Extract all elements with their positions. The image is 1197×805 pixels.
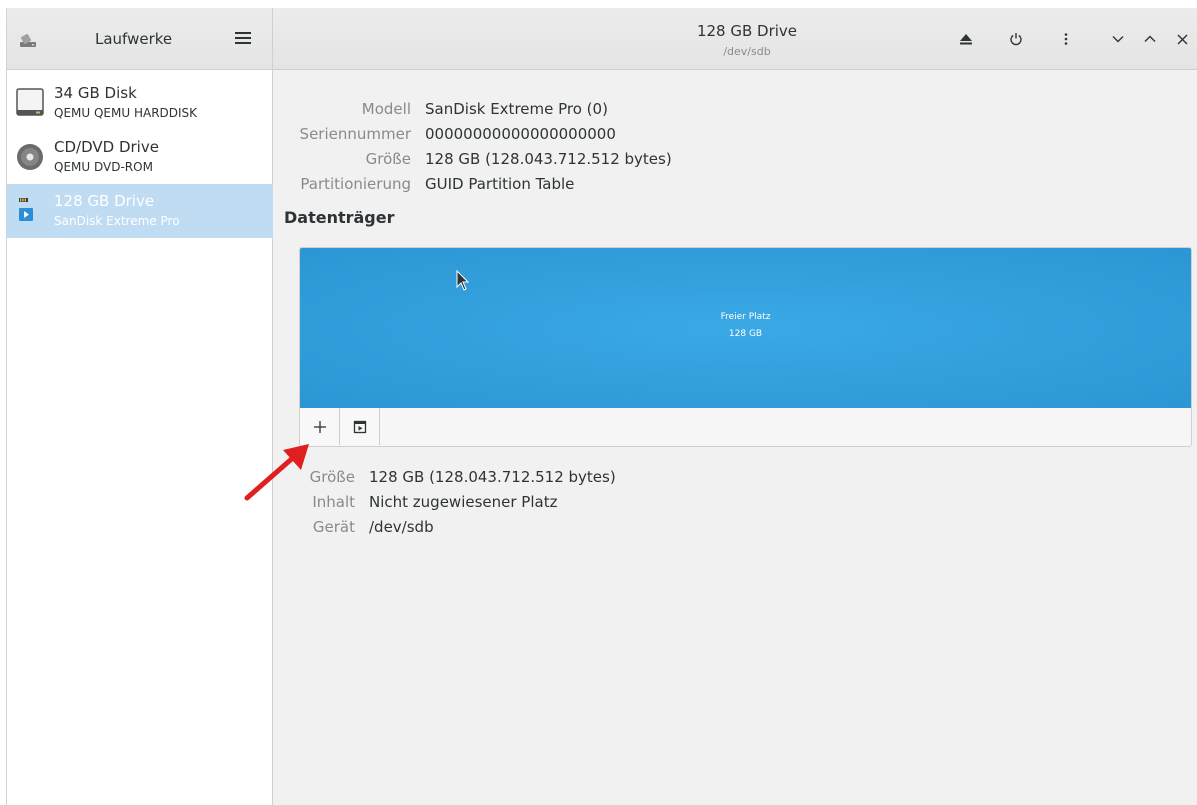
serial-value: 00000000000000000000 bbox=[425, 125, 616, 143]
sd-card-icon bbox=[19, 198, 33, 221]
drive-name: 128 GB Drive bbox=[54, 192, 155, 210]
volume-device-label: Gerät bbox=[312, 518, 355, 536]
size-label: Größe bbox=[365, 150, 411, 168]
model-value: SanDisk Extreme Pro (0) bbox=[425, 100, 608, 118]
free-space-label: Freier Platz bbox=[720, 312, 771, 322]
drive-item-128gb-drive[interactable]: 128 GB Drive SanDisk Extreme Pro bbox=[7, 184, 273, 238]
volumes-section-title: Datenträger bbox=[284, 208, 395, 227]
drive-name: CD/DVD Drive bbox=[54, 138, 159, 156]
volume-map: Freier Platz 128 GB bbox=[299, 247, 1192, 447]
hamburger-menu-icon[interactable] bbox=[235, 32, 251, 46]
sidebar-title: Laufwerke bbox=[95, 30, 173, 48]
drive-details: Modell SanDisk Extreme Pro (0) Seriennum… bbox=[274, 70, 1197, 805]
volume-size-value: 128 GB (128.043.712.512 bytes) bbox=[369, 468, 616, 486]
serial-label: Seriennummer bbox=[299, 125, 411, 143]
disks-window: Laufwerke 128 GB Drive /dev/sdb 34 GB Di… bbox=[6, 8, 1197, 805]
drive-name: 34 GB Disk bbox=[54, 84, 137, 102]
free-space-block[interactable]: Freier Platz 128 GB bbox=[300, 248, 1191, 408]
chevron-up-icon[interactable] bbox=[1139, 28, 1161, 50]
drive-item-34gb-disk[interactable]: 34 GB Disk QEMU QEMU HARDDISK bbox=[7, 76, 273, 130]
partition-options-button[interactable] bbox=[340, 408, 380, 445]
plus-icon bbox=[313, 420, 326, 433]
window-subtitle: /dev/sdb bbox=[723, 45, 771, 58]
power-icon[interactable] bbox=[1005, 28, 1027, 50]
window-title: 128 GB Drive bbox=[696, 22, 798, 40]
drive-item-cd-dvd[interactable]: CD/DVD Drive QEMU DVD-ROM bbox=[7, 130, 273, 184]
mouse-cursor-icon bbox=[456, 270, 470, 291]
header-bar: Laufwerke 128 GB Drive /dev/sdb bbox=[7, 8, 1197, 70]
volume-content-value: Nicht zugewiesener Platz bbox=[369, 493, 558, 511]
volume-device-value: /dev/sdb bbox=[369, 518, 434, 536]
free-space-size: 128 GB bbox=[728, 329, 763, 339]
model-label: Modell bbox=[361, 100, 411, 118]
drive-model: SanDisk Extreme Pro bbox=[54, 214, 180, 228]
eject-icon[interactable] bbox=[955, 28, 977, 50]
optical-disc-icon bbox=[17, 144, 43, 170]
drive-model: QEMU DVD-ROM bbox=[54, 160, 153, 174]
close-icon[interactable] bbox=[1171, 28, 1193, 50]
vertical-dots-icon[interactable] bbox=[1055, 28, 1077, 50]
drive-model: QEMU QEMU HARDDISK bbox=[54, 106, 198, 120]
drive-list: 34 GB Disk QEMU QEMU HARDDISK CD/DVD Dri… bbox=[7, 70, 273, 805]
chevron-down-icon[interactable] bbox=[1107, 28, 1129, 50]
partitioning-value: GUID Partition Table bbox=[425, 175, 575, 193]
partitioning-label: Partitionierung bbox=[300, 175, 411, 193]
annotation-arrow-icon bbox=[244, 444, 309, 501]
disks-app-icon bbox=[20, 33, 36, 47]
play-box-icon bbox=[353, 420, 366, 433]
size-value: 128 GB (128.043.712.512 bytes) bbox=[425, 150, 672, 168]
sidebar-header: Laufwerke bbox=[7, 8, 273, 70]
harddisk-icon bbox=[16, 88, 44, 116]
